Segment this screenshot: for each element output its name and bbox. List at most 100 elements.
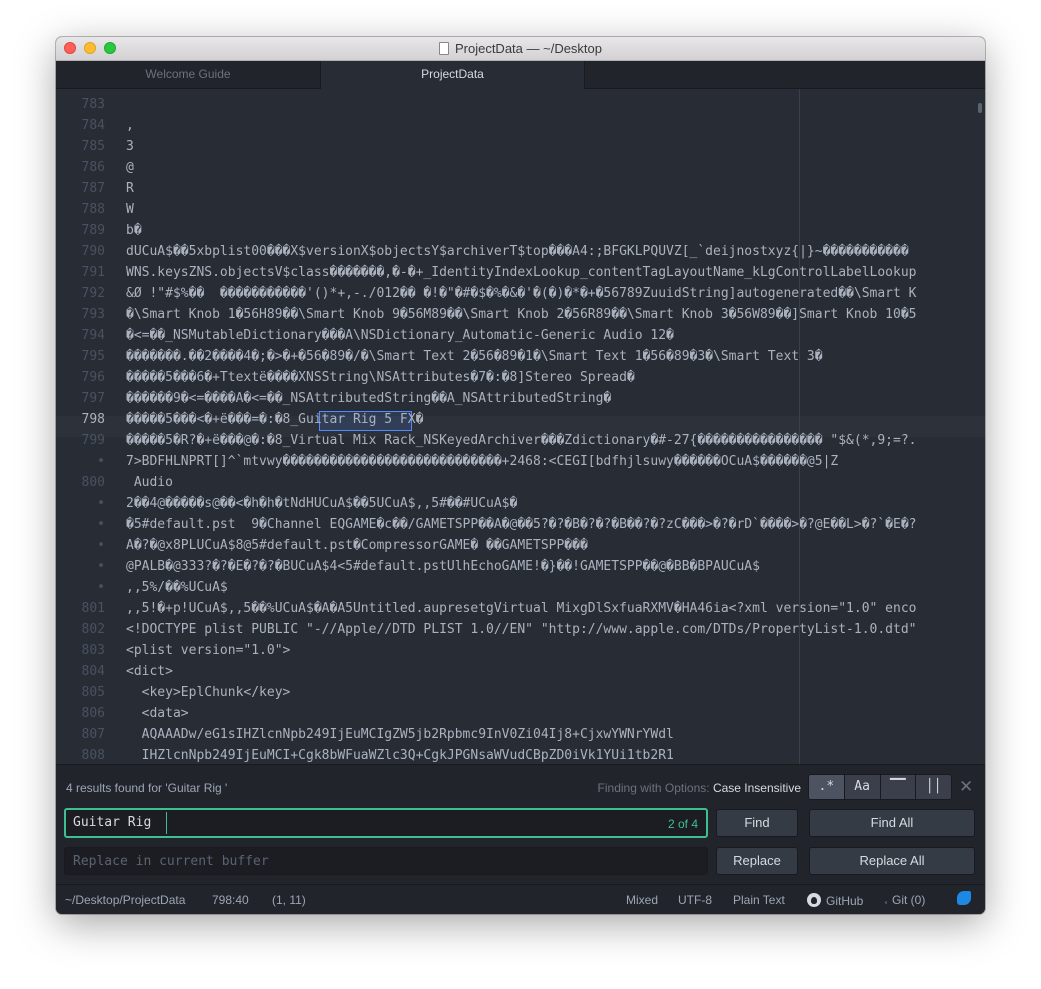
tab-bar: Welcome Guide ProjectData bbox=[56, 61, 985, 90]
app-window: ProjectData — ~/Desktop Welcome Guide Pr… bbox=[56, 37, 985, 914]
code-area[interactable]: , 3 @ R Wb� dUCuA$��5xbplist00���X$versionX$o… bbox=[126, 89, 976, 764]
case-icon[interactable]: Aa bbox=[844, 775, 881, 799]
replace-all-button[interactable]: Replace All bbox=[809, 847, 975, 875]
replace-button[interactable]: Replace bbox=[716, 847, 798, 875]
line-number: 804 bbox=[81, 664, 105, 679]
status-encoding[interactable]: UTF-8 bbox=[678, 893, 712, 907]
status-selection-count[interactable]: (1, 11) bbox=[272, 893, 306, 907]
code-line: @PALB�@333?�?�E�?�?�BUCuA$4<5#default.ps… bbox=[126, 559, 760, 574]
line-number: • bbox=[97, 517, 105, 532]
line-number: 796 bbox=[81, 370, 105, 385]
title-bar: ProjectData — ~/Desktop bbox=[56, 37, 985, 61]
code-line: �����5�R?�+ë���@�:�8_Virtual Mix Rack_NS… bbox=[126, 433, 917, 448]
github-icon bbox=[807, 893, 821, 907]
squirrel-icon bbox=[957, 891, 971, 905]
code-line: <plist version="1.0"> bbox=[126, 643, 291, 658]
line-number: 798 bbox=[81, 412, 105, 427]
selection-icon[interactable]: ▔▔ bbox=[880, 775, 917, 799]
line-number: 806 bbox=[81, 706, 105, 721]
text-editor[interactable]: 783 784 785 786 787 788 789 790 791 792 793 794 795 7… bbox=[56, 89, 985, 764]
line-number: 787 bbox=[81, 181, 105, 196]
git-commit-icon: ˓ bbox=[884, 893, 888, 907]
code-line: <key>EplChunk</key> bbox=[126, 685, 291, 700]
window-title-text: ProjectData — ~/Desktop bbox=[454, 41, 603, 56]
find-button[interactable]: Find bbox=[716, 809, 798, 837]
code-line: <dict> bbox=[126, 664, 173, 679]
text-caret bbox=[166, 812, 167, 834]
code-line: ������9�<=����A�<=��_NSAttributedString�… bbox=[126, 391, 612, 406]
find-options-value: Case Insensitive bbox=[712, 781, 801, 795]
find-options-label: Finding with Options: Case Insensitive bbox=[598, 781, 801, 795]
line-number: 790 bbox=[81, 244, 105, 259]
tab-projectdata[interactable]: ProjectData bbox=[321, 61, 585, 90]
find-options-prefix: Finding with Options: bbox=[597, 781, 710, 795]
document-icon bbox=[438, 42, 449, 55]
code-line: �����5���<�+ë���=�:�8_Guitar Rig 5 FX� bbox=[126, 412, 424, 427]
line-number: 797 bbox=[81, 391, 105, 406]
line-number: 783 bbox=[81, 97, 105, 112]
line-number: • bbox=[97, 454, 105, 469]
wrap-guide bbox=[799, 89, 800, 764]
line-number: 800 bbox=[81, 475, 105, 490]
code-line: �<=��_NSMutableDictionary���A\NSDictiona… bbox=[126, 328, 674, 343]
replace-field[interactable] bbox=[64, 847, 708, 875]
line-number: • bbox=[97, 580, 105, 595]
close-icon[interactable]: ✕ bbox=[959, 777, 973, 797]
find-input[interactable]: Guitar Rig 2 of 4 bbox=[64, 808, 708, 838]
line-number: 801 bbox=[81, 601, 105, 616]
line-number: • bbox=[97, 559, 105, 574]
line-number: 786 bbox=[81, 160, 105, 175]
find-query-text: Guitar Rig bbox=[73, 815, 152, 830]
code-line: <!DOCTYPE plist PUBLIC "-//Apple//DTD PL… bbox=[126, 622, 917, 637]
line-number: 802 bbox=[81, 622, 105, 637]
line-number: 784 bbox=[81, 118, 105, 133]
line-number: 792 bbox=[81, 286, 105, 301]
update-squirrel-icon[interactable] bbox=[957, 891, 971, 908]
line-number: 807 bbox=[81, 727, 105, 742]
replace-input[interactable] bbox=[65, 848, 707, 874]
status-grammar[interactable]: Plain Text bbox=[733, 893, 785, 907]
status-cursor-position[interactable]: 798:40 bbox=[212, 893, 249, 907]
line-number: • bbox=[97, 538, 105, 553]
code-line: A�?�@x8PLUCuA$8@5#default.pst�Compressor… bbox=[126, 538, 588, 553]
line-number: 793 bbox=[81, 307, 105, 322]
line-number: 803 bbox=[81, 643, 105, 658]
line-number: 791 bbox=[81, 265, 105, 280]
status-file-path[interactable]: ~/Desktop/ProjectData bbox=[65, 893, 185, 907]
code-line: 2��4@�����s@��<�h�h�tNdHUCuA$��5UCuA$,,5… bbox=[126, 496, 518, 511]
code-line: ,,5%/��%UCuA$ bbox=[126, 580, 228, 595]
code-line: <data> bbox=[126, 706, 189, 721]
find-options-group: .* Aa ▔▔ ││ bbox=[808, 774, 952, 800]
tab-welcome-guide[interactable]: Welcome Guide bbox=[56, 61, 321, 89]
code-line: �������.��2����4�;�>�+�56�89�/�\Smart Te… bbox=[126, 349, 823, 364]
line-number: 805 bbox=[81, 685, 105, 700]
status-git[interactable]: ˓ Git (0) bbox=[884, 893, 925, 907]
code-line: &Ø !"#$%�� �����������'()*+,-./012�� �!�… bbox=[126, 286, 917, 301]
status-line-ending[interactable]: Mixed bbox=[626, 893, 658, 907]
find-results-info: 4 results found for 'Guitar Rig ' bbox=[66, 781, 228, 795]
code-line: dUCuA$��5xbplist00���X$versionX$objectsY… bbox=[126, 244, 909, 259]
find-all-button[interactable]: Find All bbox=[809, 809, 975, 837]
code-line: 3 bbox=[126, 139, 134, 154]
line-number: 808 bbox=[81, 748, 105, 763]
code-line: ,,5!�+p!UCuA$,,5��%UCuA$�A�A5Untitled.au… bbox=[126, 601, 917, 616]
code-line: b� bbox=[126, 223, 142, 238]
line-number-gutter: 783 784 785 786 787 788 789 790 791 792 793 794 795 7… bbox=[56, 89, 112, 764]
status-git-label: Git (0) bbox=[892, 893, 926, 907]
code-line: 7>BDFHLNPRT[]^`mtvwy��������������������… bbox=[126, 454, 839, 469]
regex-icon[interactable]: .* bbox=[809, 775, 845, 799]
status-github-label: GitHub bbox=[826, 894, 864, 908]
code-line: @ bbox=[126, 160, 134, 175]
line-number: 795 bbox=[81, 349, 105, 364]
line-number: 799 bbox=[81, 433, 105, 448]
find-match-count: 2 of 4 bbox=[667, 817, 698, 831]
code-line: �\Smart Knob 1�56H89��\Smart Knob 9�56M8… bbox=[126, 307, 917, 322]
scrollbar[interactable] bbox=[978, 103, 982, 113]
find-panel: 4 results found for 'Guitar Rig ' Findin… bbox=[56, 764, 985, 884]
code-line: R bbox=[126, 181, 134, 196]
status-github[interactable]: GitHub bbox=[807, 893, 863, 908]
code-line: IHZlcnNpb249IjEuMCI+Cgk8bWFuaWZlc3Q+CgkJ… bbox=[126, 748, 674, 763]
code-line: W bbox=[126, 202, 134, 217]
code-line: Audio bbox=[126, 475, 173, 490]
whole-word-icon[interactable]: ││ bbox=[916, 775, 951, 799]
